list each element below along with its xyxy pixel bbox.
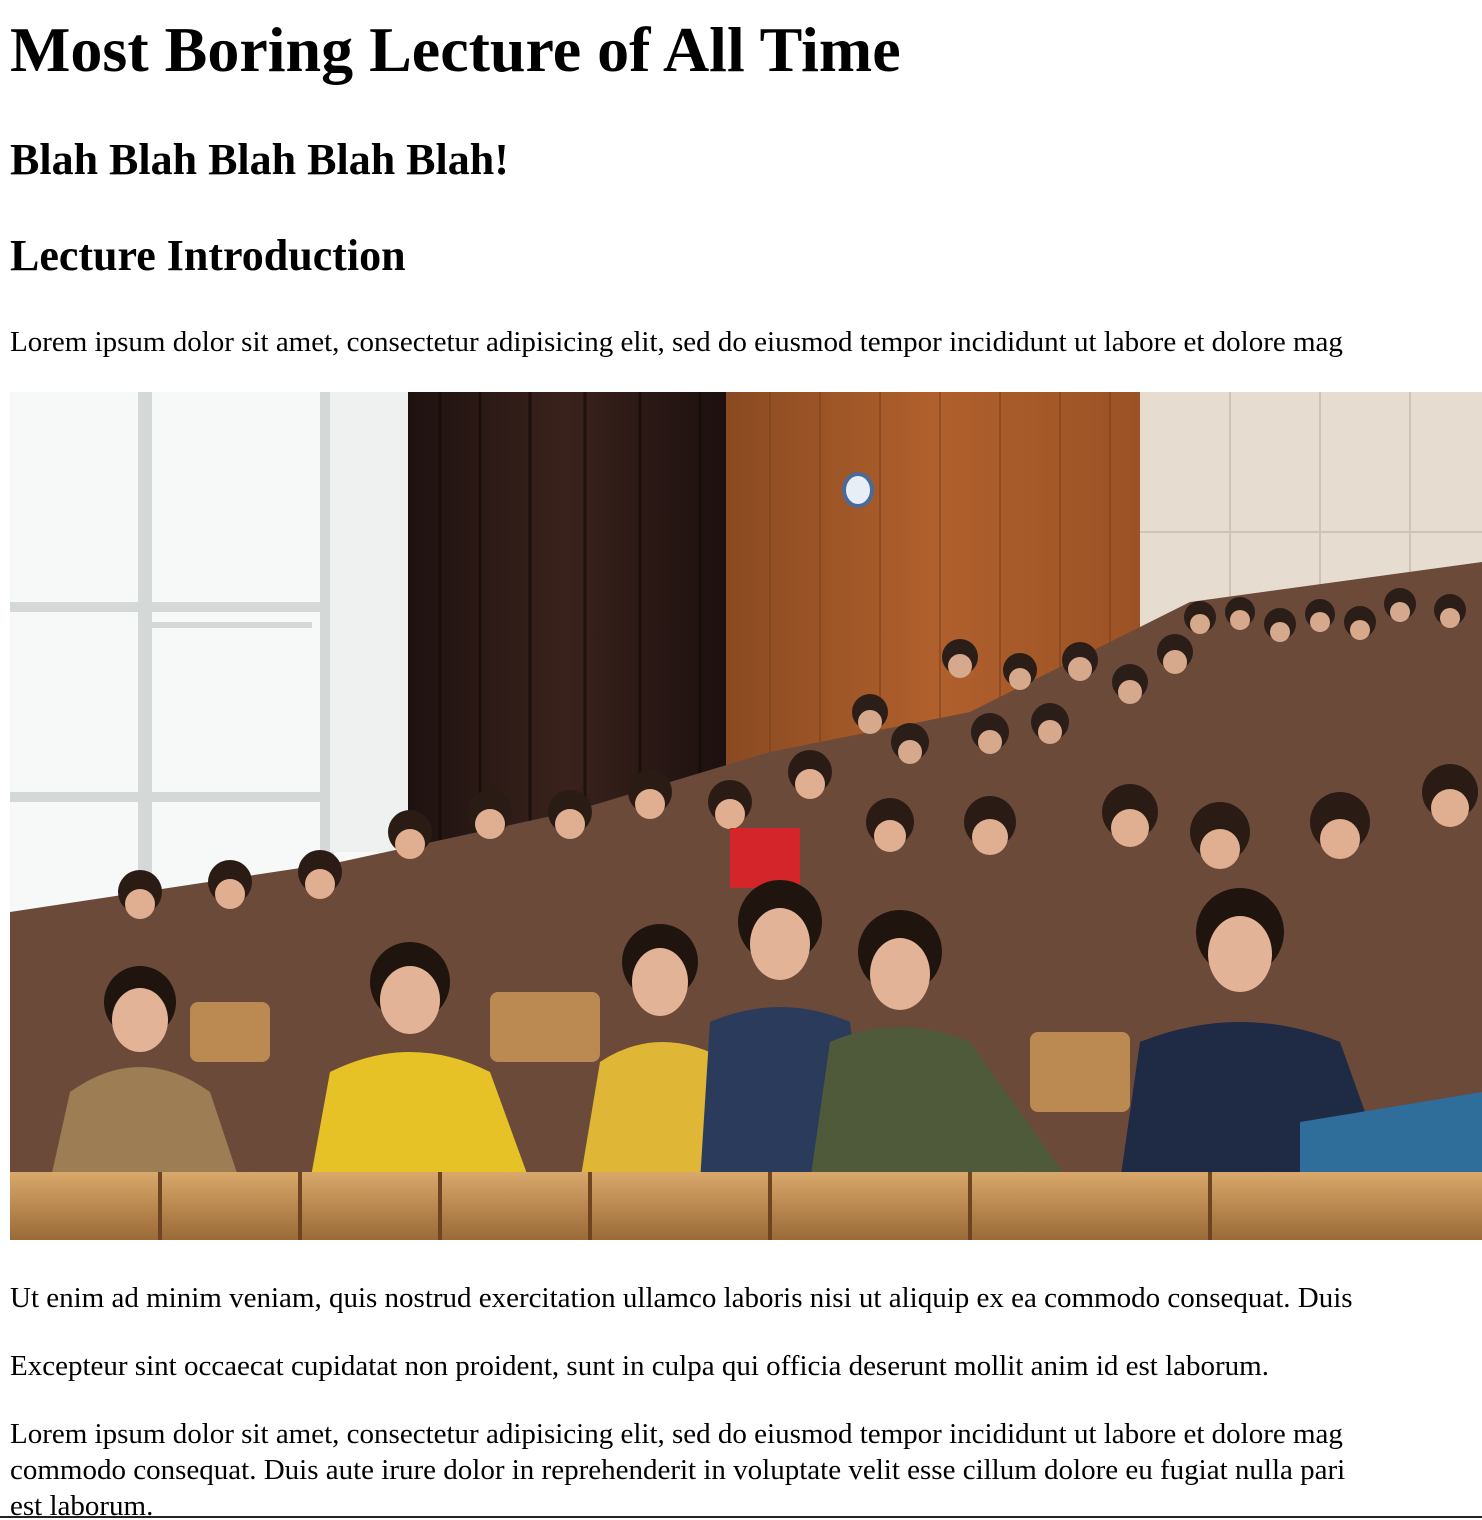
body-paragraph: Ut enim ad minim veniam, quis nostrud ex… [10,1282,1353,1314]
body-paragraph: Lorem ipsum dolor sit amet, consectetur … [10,1416,1345,1520]
intro-paragraph: Lorem ipsum dolor sit amet, consectetur … [10,326,1343,358]
lecture-hall-photo [10,392,1482,1240]
section-heading: Lecture Introduction [10,231,406,280]
paragraph-line: Lorem ipsum dolor sit amet, consectetur … [10,1418,1343,1450]
paragraph-line: commodo consequat. Duis aute irure dolor… [10,1454,1346,1486]
body-paragraph: Excepteur sint occaecat cupidatat non pr… [10,1350,1269,1382]
page-content: Most Boring Lecture of All Time Blah Bla… [10,0,1482,1520]
window-bottom-border [0,1516,1482,1518]
page-title: Most Boring Lecture of All Time [10,14,901,85]
page-subtitle: Blah Blah Blah Blah Blah! [10,135,509,184]
